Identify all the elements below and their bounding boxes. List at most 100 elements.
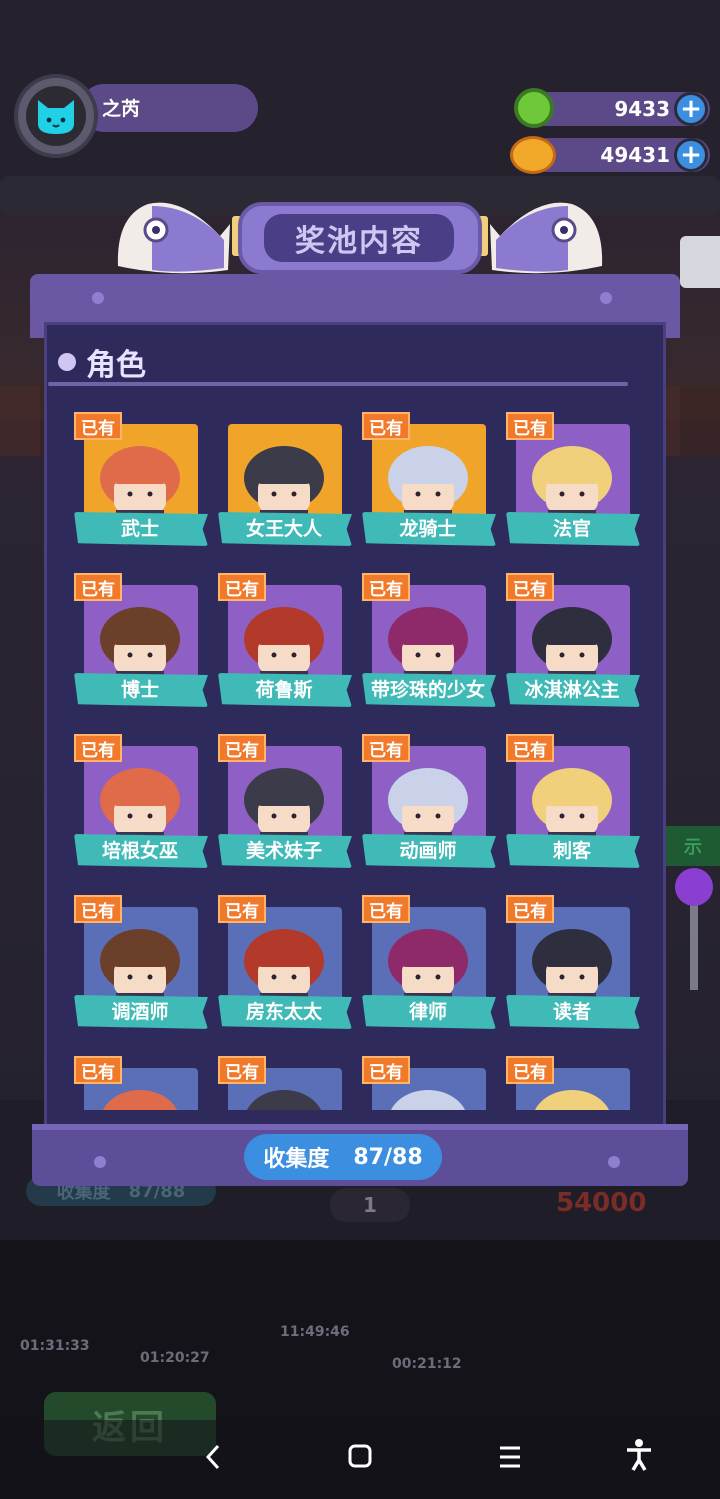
character-card[interactable]: 已有美术妹子 [214,732,352,872]
character-portrait-icon [100,607,180,683]
collection-label: 收集度 [263,1147,330,1172]
gear-coin-value: 9433 [614,97,670,121]
character-portrait-icon [388,446,468,522]
character-card[interactable]: 已有 龙骑士 [358,410,496,550]
section-title: 角色 [86,348,146,383]
background-timer: 11:49:46 [280,1324,350,1340]
character-name: 女王大人 [245,518,322,540]
panel-title: 奖池内容 [264,214,454,262]
character-name: 刺客 [552,840,591,862]
character-portrait-icon [390,1090,466,1110]
character-card[interactable]: 已有房东太太 [214,893,352,1033]
collection-progress: 收集度 87/88 [244,1134,442,1180]
collection-value: 87/88 [353,1144,423,1170]
character-card[interactable]: 已有读者 [502,893,640,1033]
character-name: 房东太太 [245,1001,322,1023]
character-name: 调酒师 [111,1001,169,1023]
frame-rivet [94,1156,106,1168]
home-square-icon[interactable] [346,1442,374,1470]
character-portrait-icon [246,1090,322,1110]
character-name: 冰淇淋公主 [524,679,620,701]
fish-decoration-left [117,202,230,274]
character-portrait-icon [244,607,324,683]
frame-rivet [600,292,612,304]
add-planet-coin-button[interactable]: + [674,138,708,172]
owned-badge: 已有 [506,1056,554,1084]
character-name: 美术妹子 [245,840,322,862]
system-navbar [0,1420,720,1499]
background-timer: 01:20:27 [140,1350,210,1366]
planet-coin-value: 49431 [600,143,670,167]
accessibility-person-icon[interactable] [624,1438,654,1472]
character-portrait-icon [100,768,180,844]
character-card[interactable]: 已有 [70,1054,208,1110]
owned-badge: 已有 [74,573,122,601]
character-card[interactable]: 已有 [214,1054,352,1110]
character-portrait-icon [532,768,612,844]
character-portrait-icon [100,446,180,522]
character-portrait-icon [244,929,324,1005]
owned-badge: 已有 [506,895,554,923]
character-name: 法官 [552,518,591,540]
character-name: 博士 [120,679,159,701]
owned-badge: 已有 [74,734,122,762]
character-card[interactable]: 已有律师 [358,893,496,1033]
owned-badge: 已有 [74,412,122,440]
character-card[interactable]: 已有带珍珠的少女 [358,571,496,711]
character-name: 带珍珠的少女 [370,679,485,701]
section-header: 角色 [58,340,146,384]
back-chevron-icon[interactable] [202,1442,226,1472]
character-portrait-icon [534,1090,610,1110]
character-portrait-icon [244,768,324,844]
character-portrait-icon [532,929,612,1005]
character-card[interactable]: 已有调酒师 [70,893,208,1033]
character-name: 荷鲁斯 [255,679,313,701]
owned-badge: 已有 [362,895,410,923]
cat-face-icon [38,100,74,134]
owned-badge: 已有 [506,573,554,601]
character-name: 培根女巫 [101,840,178,862]
character-card[interactable]: 已有武士 [70,410,208,550]
character-card[interactable]: 已有冰淇淋公主 [502,571,640,711]
background-timer: 01:31:33 [20,1338,90,1354]
frame-rivet [608,1156,620,1168]
owned-badge: 已有 [218,895,266,923]
owned-badge: 已有 [362,573,410,601]
character-portrait-icon [532,446,612,522]
character-card[interactable]: 已有 [502,1054,640,1110]
background-side-tab [680,236,720,288]
character-portrait-icon [388,929,468,1005]
background-green-sign: 示 [666,826,720,866]
background-lever-knob [675,868,713,906]
owned-badge: 已有 [74,895,122,923]
bullet-dot-icon [58,353,76,371]
character-card[interactable]: 已有培根女巫 [70,732,208,872]
character-name: 龙骑士 [399,518,457,540]
character-portrait-icon [532,607,612,683]
background-timer: 00:21:12 [392,1356,462,1372]
frame-rivet [92,292,104,304]
recents-lines-icon[interactable] [496,1444,524,1470]
character-name: 武士 [120,518,159,540]
character-portrait-icon [388,768,468,844]
character-card[interactable]: 已有 [358,1054,496,1110]
owned-badge: 已有 [506,734,554,762]
character-card[interactable]: 女王大人 [214,410,352,550]
add-gear-coin-button[interactable]: + [674,92,708,126]
character-card[interactable]: 已有刺客 [502,732,640,872]
avatar[interactable] [26,86,86,146]
section-divider [48,382,628,386]
character-name: 读者 [552,1001,591,1023]
background-count: 1 [330,1188,410,1222]
character-grid: 已有 武士 女王大人 已有 龙骑士 已有 法官 已有 博士 已有 荷鲁斯 已有 带珍珠的少女 已有 冰淇淋公… [70,410,650,1110]
character-card[interactable]: 已有博士 [70,571,208,711]
green-gear-coin-icon [514,88,554,128]
character-card[interactable]: 已有 动画师 [358,732,496,872]
owned-badge: 已有 [362,734,410,762]
owned-badge: 已有 [218,734,266,762]
character-card[interactable]: 已有 法官 [502,410,640,550]
character-portrait-icon [102,1090,178,1110]
character-name: 律师 [408,1001,447,1023]
character-portrait-icon [100,929,180,1005]
character-card[interactable]: 已有 荷鲁斯 [214,571,352,711]
